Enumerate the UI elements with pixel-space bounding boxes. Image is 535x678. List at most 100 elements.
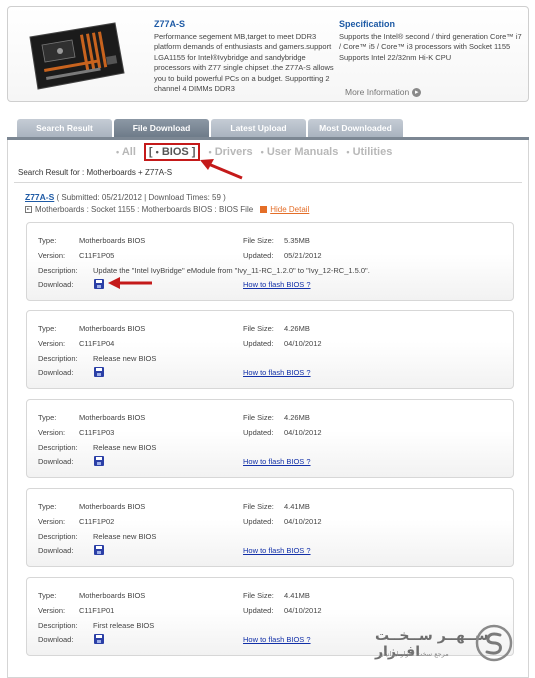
- description-value: Update the "Intel IvyBridge" eModule fro…: [93, 266, 370, 275]
- updated-label: Updated:: [243, 517, 274, 526]
- description-label: Description:: [38, 443, 78, 452]
- updated-value: 04/10/2012: [284, 606, 322, 615]
- floppy-download-icon[interactable]: [94, 456, 104, 466]
- file-size-value: 5.35MB: [284, 236, 310, 245]
- category-filter: • All [ • BIOS ] • Drivers • User Manual…: [116, 143, 400, 161]
- filter-user-manuals[interactable]: • User Manuals: [261, 146, 339, 158]
- file-size-value: 4.41MB: [284, 502, 310, 511]
- how-to-flash-link[interactable]: How to flash BIOS ?: [243, 546, 311, 555]
- hide-detail-link[interactable]: Hide Detail: [270, 205, 309, 214]
- file-size-label: File Size:: [243, 236, 274, 245]
- description-label: Description:: [38, 621, 78, 630]
- updated-value: 04/10/2012: [284, 339, 322, 348]
- type-value: Motherboards BIOS: [79, 324, 146, 333]
- description-label: Description:: [38, 354, 78, 363]
- model-meta: ( Submitted: 05/21/2012 | Download Times…: [56, 193, 226, 202]
- floppy-download-icon[interactable]: [94, 545, 104, 555]
- version-label: Version:: [38, 339, 66, 348]
- annotation-arrow-bios: [200, 159, 243, 180]
- version-label: Version:: [38, 606, 66, 615]
- bios-card: Type: Motherboards BIOS File Size: 4.41M…: [26, 488, 514, 567]
- version-value: C11F1P03: [79, 428, 115, 437]
- download-label: Download:: [38, 635, 74, 644]
- file-size-label: File Size:: [243, 324, 274, 333]
- watermark-subtitle: مرجع سخت افزار ایرانیان: [379, 650, 449, 658]
- divider: [14, 182, 522, 183]
- file-size-value: 4.41MB: [284, 591, 310, 600]
- breadcrumb-text: Motherboards : Socket 1155 : Motherboard…: [35, 205, 254, 214]
- file-size-value: 4.26MB: [284, 413, 310, 422]
- type-value: Motherboards BIOS: [79, 591, 146, 600]
- updated-value: 05/21/2012: [284, 251, 322, 260]
- product-description: Performance segement MB,target to meet D…: [154, 32, 334, 94]
- version-value: C11F1P01: [79, 606, 115, 615]
- version-value: C11F1P04: [79, 339, 115, 348]
- version-value: C11F1P05: [79, 251, 115, 260]
- spec-text: Supports the Intel® second / third gener…: [339, 32, 522, 62]
- description-label: Description:: [38, 532, 78, 541]
- file-size-value: 4.26MB: [284, 324, 310, 333]
- expand-icon: [25, 206, 32, 213]
- file-size-label: File Size:: [243, 502, 274, 511]
- bios-card: Type: Motherboards BIOS File Size: 4.26M…: [26, 399, 514, 478]
- description-value: Release new BIOS: [93, 532, 157, 541]
- filter-utilities[interactable]: • Utilities: [346, 146, 392, 158]
- version-value: C11F1P02: [79, 517, 115, 526]
- floppy-download-icon[interactable]: [94, 634, 104, 644]
- file-size-label: File Size:: [243, 591, 274, 600]
- description-value: Release new BIOS: [93, 443, 157, 452]
- product-header: Z77A-S Performance segement MB,target to…: [7, 6, 529, 102]
- spec-title: Specification: [339, 19, 396, 29]
- version-label: Version:: [38, 251, 66, 260]
- updated-label: Updated:: [243, 606, 274, 615]
- breadcrumb: Motherboards : Socket 1155 : Motherboard…: [25, 205, 309, 214]
- annotation-arrow-download: [108, 277, 152, 289]
- how-to-flash-link[interactable]: How to flash BIOS ?: [243, 280, 311, 289]
- type-value: Motherboards BIOS: [79, 502, 146, 511]
- download-label: Download:: [38, 546, 74, 555]
- tab-search-result[interactable]: Search Result: [17, 119, 112, 137]
- tab-file-download[interactable]: File Download: [114, 119, 209, 137]
- how-to-flash-link[interactable]: How to flash BIOS ?: [243, 368, 311, 377]
- watermark-emblem-icon: [475, 624, 513, 662]
- download-label: Download:: [38, 457, 74, 466]
- description-value: First release BIOS: [93, 621, 155, 630]
- more-info-link[interactable]: More Information ▸: [345, 87, 422, 97]
- download-label: Download:: [38, 280, 74, 289]
- how-to-flash-link[interactable]: How to flash BIOS ?: [243, 635, 311, 644]
- download-label: Download:: [38, 368, 74, 377]
- bios-card: Type: Motherboards BIOS File Size: 4.26M…: [26, 310, 514, 389]
- type-label: Type:: [38, 413, 57, 422]
- updated-value: 04/10/2012: [284, 428, 322, 437]
- arrow-right-icon: ▸: [412, 87, 422, 97]
- updated-value: 04/10/2012: [284, 517, 322, 526]
- watermark-logo: ســهــر ســخــت افــزار مرجع سخت افزار ا…: [375, 620, 515, 668]
- version-label: Version:: [38, 517, 66, 526]
- type-label: Type:: [38, 591, 57, 600]
- hide-detail-icon: [260, 206, 268, 213]
- tab-latest-upload[interactable]: Latest Upload: [211, 119, 306, 137]
- file-size-label: File Size:: [243, 413, 274, 422]
- description-label: Description:: [38, 266, 78, 275]
- model-link[interactable]: Z77A-S: [25, 192, 54, 202]
- type-label: Type:: [38, 502, 57, 511]
- bios-card: Type: Motherboards BIOS File Size: 5.35M…: [26, 222, 514, 301]
- type-label: Type:: [38, 324, 57, 333]
- updated-label: Updated:: [243, 428, 274, 437]
- version-label: Version:: [38, 428, 66, 437]
- tab-most-downloaded[interactable]: Most Downloaded: [308, 119, 403, 137]
- floppy-download-icon[interactable]: [94, 367, 104, 377]
- updated-label: Updated:: [243, 251, 274, 260]
- type-label: Type:: [38, 236, 57, 245]
- type-value: Motherboards BIOS: [79, 413, 146, 422]
- how-to-flash-link[interactable]: How to flash BIOS ?: [243, 457, 311, 466]
- model-line: Z77A-S ( Submitted: 05/21/2012 | Downloa…: [25, 192, 226, 202]
- filter-all[interactable]: • All: [116, 146, 136, 158]
- filter-bios[interactable]: [ • BIOS ]: [143, 143, 201, 161]
- search-result-summary: Search Result for : Motherboards + Z77A-…: [18, 168, 173, 177]
- more-info-label: More Information: [345, 87, 410, 97]
- description-value: Release new BIOS: [93, 354, 157, 363]
- updated-label: Updated:: [243, 339, 274, 348]
- floppy-download-icon[interactable]: [94, 279, 104, 289]
- tab-bar: Search Result File Download Latest Uploa…: [17, 119, 403, 137]
